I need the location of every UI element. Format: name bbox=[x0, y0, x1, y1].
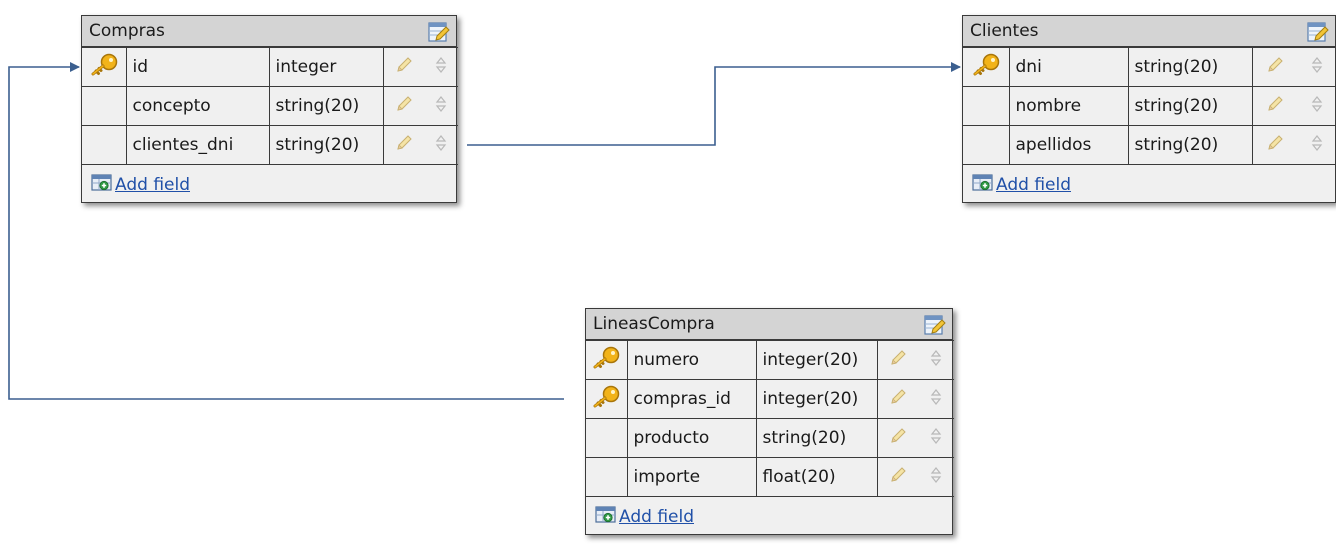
table-header[interactable]: Clientes bbox=[963, 16, 1335, 47]
field-name[interactable]: concepto bbox=[125, 86, 270, 126]
edit-table-icon[interactable] bbox=[428, 21, 450, 47]
edit-table-icon[interactable] bbox=[1307, 21, 1329, 47]
add-field-label[interactable]: Add field bbox=[115, 175, 190, 195]
reorder-arrows-icon[interactable] bbox=[930, 388, 942, 411]
field-name[interactable]: dni bbox=[1008, 47, 1129, 87]
field-row[interactable]: compras_id integer(20) bbox=[586, 379, 954, 419]
pencil-icon[interactable] bbox=[1266, 56, 1284, 79]
add-field-link[interactable]: Add field bbox=[91, 173, 190, 197]
primary-key-icon bbox=[963, 47, 1010, 87]
diagram-canvas: Compras id integer concepto string(20) cli… bbox=[0, 0, 1336, 555]
table-footer: Add field bbox=[82, 165, 456, 202]
field-actions bbox=[1251, 125, 1336, 165]
field-name[interactable]: compras_id bbox=[626, 379, 757, 419]
table-footer: Add field bbox=[586, 497, 952, 534]
field-type[interactable]: integer(20) bbox=[755, 340, 878, 380]
field-row[interactable]: dni string(20) bbox=[963, 47, 1336, 87]
table-header[interactable]: Compras bbox=[82, 16, 456, 47]
field-row[interactable]: concepto string(20) bbox=[82, 86, 458, 126]
add-field-link[interactable]: Add field bbox=[972, 173, 1071, 197]
edit-table-icon[interactable] bbox=[924, 314, 946, 340]
primary-key-icon bbox=[586, 379, 628, 419]
field-name[interactable]: apellidos bbox=[1008, 125, 1129, 165]
pencil-icon[interactable] bbox=[889, 466, 907, 489]
field-row[interactable]: apellidos string(20) bbox=[963, 125, 1336, 165]
field-row[interactable]: id integer bbox=[82, 47, 458, 87]
field-type[interactable]: integer(20) bbox=[755, 379, 878, 419]
field-type[interactable]: integer bbox=[268, 47, 384, 87]
field-actions bbox=[1251, 47, 1336, 87]
reorder-arrows-icon[interactable] bbox=[930, 427, 942, 450]
pencil-icon[interactable] bbox=[889, 427, 907, 450]
reorder-arrows-icon[interactable] bbox=[1311, 134, 1323, 157]
add-field-icon bbox=[972, 173, 994, 197]
field-row[interactable]: importe float(20) bbox=[586, 457, 954, 497]
pencil-icon[interactable] bbox=[889, 388, 907, 411]
key-cell-empty bbox=[82, 86, 127, 126]
field-type[interactable]: string(20) bbox=[1127, 47, 1253, 87]
reorder-arrows-icon[interactable] bbox=[1311, 95, 1323, 118]
primary-key-icon bbox=[586, 340, 628, 380]
field-name[interactable]: producto bbox=[626, 418, 757, 458]
field-type[interactable]: string(20) bbox=[1127, 125, 1253, 165]
table-title: Compras bbox=[89, 21, 165, 41]
reorder-arrows-icon[interactable] bbox=[435, 95, 447, 118]
pencil-icon[interactable] bbox=[889, 349, 907, 372]
key-cell-empty bbox=[586, 457, 628, 497]
table-compras[interactable]: Compras id integer concepto string(20) cli… bbox=[81, 15, 458, 203]
field-type[interactable]: string(20) bbox=[268, 86, 384, 126]
field-type[interactable]: string(20) bbox=[1127, 86, 1253, 126]
add-field-icon bbox=[91, 173, 113, 197]
key-cell-empty bbox=[963, 125, 1010, 165]
pencil-icon[interactable] bbox=[395, 95, 413, 118]
table-header[interactable]: LineasCompra bbox=[586, 309, 952, 340]
table-clientes[interactable]: Clientes dni string(20) nombre string(20) … bbox=[962, 15, 1336, 203]
reorder-arrows-icon[interactable] bbox=[435, 134, 447, 157]
add-field-label[interactable]: Add field bbox=[619, 507, 694, 527]
field-actions bbox=[876, 418, 954, 458]
field-type[interactable]: float(20) bbox=[755, 457, 878, 497]
pencil-icon[interactable] bbox=[1266, 134, 1284, 157]
table-title: Clientes bbox=[970, 21, 1039, 41]
field-list: dni string(20) nombre string(20) apellidos… bbox=[963, 47, 1336, 165]
reorder-arrows-icon[interactable] bbox=[930, 466, 942, 489]
field-name[interactable]: numero bbox=[626, 340, 757, 380]
add-field-label[interactable]: Add field bbox=[996, 175, 1071, 195]
field-actions bbox=[876, 457, 954, 497]
pencil-icon[interactable] bbox=[395, 56, 413, 79]
field-list: numero integer(20) compras_id integer(20) … bbox=[586, 340, 954, 497]
field-list: id integer concepto string(20) clientes_dn… bbox=[82, 47, 458, 165]
field-row[interactable]: numero integer(20) bbox=[586, 340, 954, 380]
reorder-arrows-icon[interactable] bbox=[1311, 56, 1323, 79]
field-actions bbox=[1251, 86, 1336, 126]
pencil-icon[interactable] bbox=[1266, 95, 1284, 118]
field-name[interactable]: importe bbox=[626, 457, 757, 497]
field-name[interactable]: id bbox=[125, 47, 270, 87]
field-row[interactable]: clientes_dni string(20) bbox=[82, 125, 458, 165]
key-cell-empty bbox=[82, 125, 127, 165]
table-lineascompra[interactable]: LineasCompra numero integer(20) compras_i… bbox=[585, 308, 954, 535]
table-title: LineasCompra bbox=[593, 314, 715, 334]
field-name[interactable]: clientes_dni bbox=[125, 125, 270, 165]
field-actions bbox=[876, 340, 954, 380]
key-cell-empty bbox=[586, 418, 628, 458]
field-actions bbox=[382, 125, 458, 165]
reorder-arrows-icon[interactable] bbox=[930, 349, 942, 372]
field-actions bbox=[876, 379, 954, 419]
reorder-arrows-icon[interactable] bbox=[435, 56, 447, 79]
add-field-link[interactable]: Add field bbox=[595, 505, 694, 529]
field-row[interactable]: nombre string(20) bbox=[963, 86, 1336, 126]
add-field-icon bbox=[595, 505, 617, 529]
key-cell-empty bbox=[963, 86, 1010, 126]
primary-key-icon bbox=[82, 47, 127, 87]
relation-connector-0[interactable] bbox=[467, 62, 961, 146]
field-type[interactable]: string(20) bbox=[755, 418, 878, 458]
field-actions bbox=[382, 86, 458, 126]
field-actions bbox=[382, 47, 458, 87]
field-name[interactable]: nombre bbox=[1008, 86, 1129, 126]
field-type[interactable]: string(20) bbox=[268, 125, 384, 165]
pencil-icon[interactable] bbox=[395, 134, 413, 157]
table-footer: Add field bbox=[963, 165, 1335, 202]
field-row[interactable]: producto string(20) bbox=[586, 418, 954, 458]
